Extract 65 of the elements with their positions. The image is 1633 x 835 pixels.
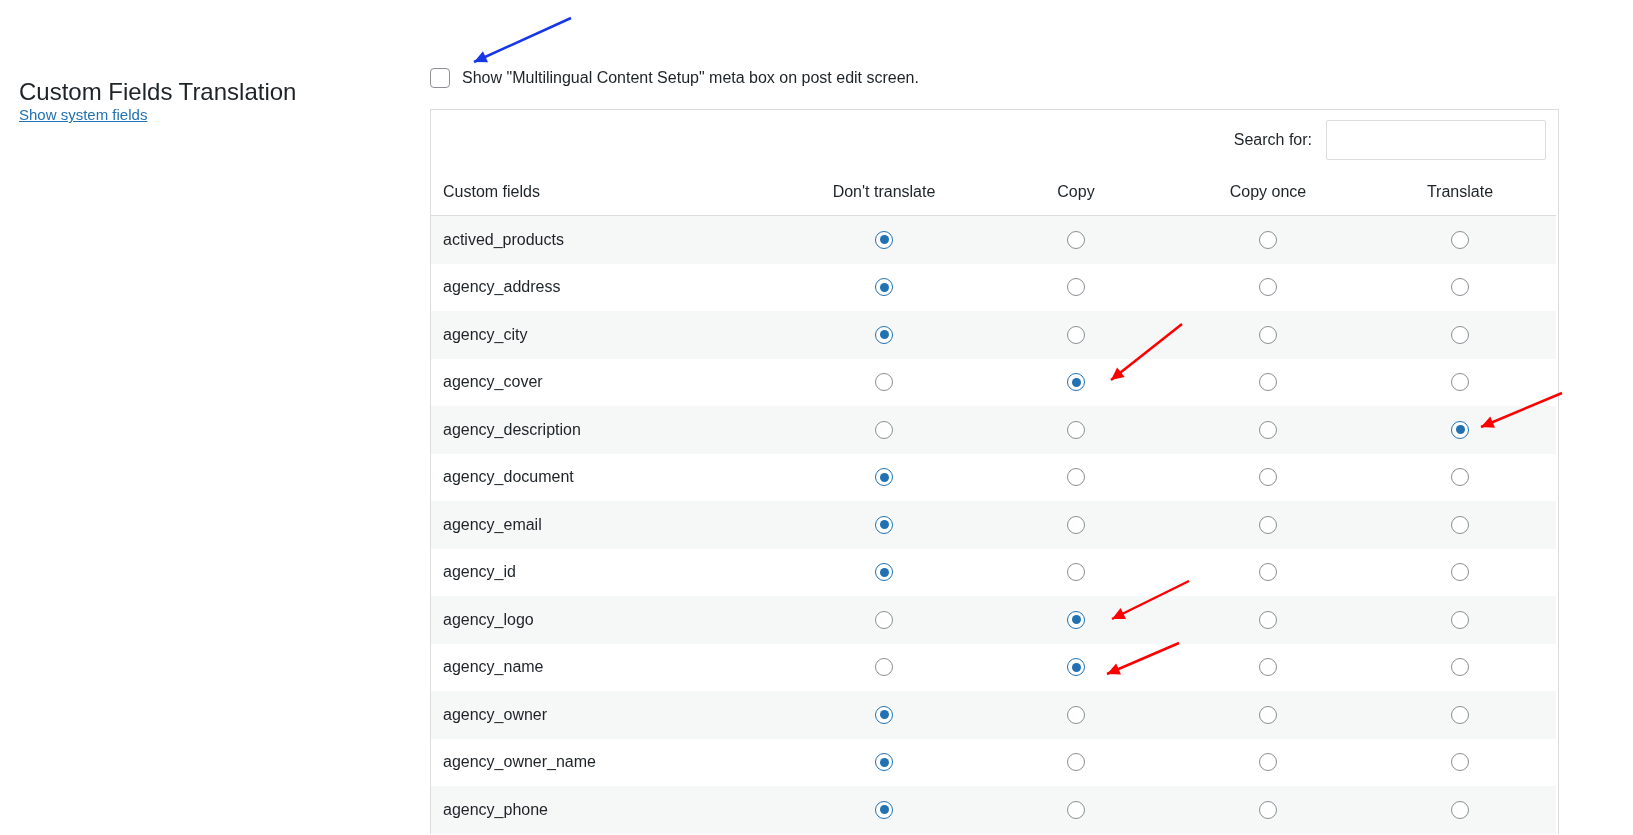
radio-button[interactable] [1451, 373, 1469, 392]
radio-button[interactable] [1067, 610, 1085, 629]
radio-button[interactable] [875, 230, 893, 249]
radio-button[interactable] [1259, 610, 1277, 629]
radio-button[interactable] [1067, 800, 1085, 819]
radio-button[interactable] [1259, 753, 1277, 772]
radio-button[interactable] [875, 563, 893, 582]
radio-button[interactable] [1451, 278, 1469, 297]
radio-button[interactable] [1451, 658, 1469, 677]
radio-button[interactable] [1067, 420, 1085, 439]
radio-button[interactable] [1259, 373, 1277, 392]
radio-button[interactable] [1259, 563, 1277, 582]
radio-button[interactable] [1259, 515, 1277, 534]
field-name: agency_phone [431, 786, 788, 834]
radio-button[interactable] [1451, 230, 1469, 249]
radio-button[interactable] [1259, 278, 1277, 297]
radio-button[interactable] [875, 278, 893, 297]
field-name: agency_city [431, 311, 788, 359]
radio-button[interactable] [1067, 468, 1085, 487]
checkbox-label: Show "Multilingual Content Setup" meta box on post edit screen. [462, 69, 919, 87]
radio-button[interactable] [1259, 658, 1277, 677]
radio-button[interactable] [1451, 420, 1469, 439]
radio-button[interactable] [875, 468, 893, 487]
radio-button[interactable] [1259, 800, 1277, 819]
field-name: actived_products [431, 216, 788, 264]
radio-button[interactable] [1259, 705, 1277, 724]
radio-button[interactable] [1067, 658, 1085, 677]
section-title: Custom Fields Translation [19, 78, 297, 106]
radio-button[interactable] [1067, 563, 1085, 582]
radio-button[interactable] [1451, 468, 1469, 487]
radio-button[interactable] [1451, 705, 1469, 724]
radio-button[interactable] [875, 753, 893, 772]
radio-button[interactable] [875, 800, 893, 819]
field-name: agency_email [431, 501, 788, 549]
radio-button[interactable] [1451, 515, 1469, 534]
radio-button[interactable] [1451, 325, 1469, 344]
radio-button[interactable] [875, 420, 893, 439]
search-field[interactable] [1326, 120, 1546, 160]
radio-button[interactable] [1451, 800, 1469, 819]
radio-button[interactable] [1451, 610, 1469, 629]
radio-button[interactable] [875, 658, 893, 677]
field-name: agency_owner [431, 691, 788, 739]
radio-button[interactable] [875, 373, 893, 392]
radio-button[interactable] [1067, 373, 1085, 392]
radio-button[interactable] [875, 515, 893, 534]
radio-button[interactable] [1067, 278, 1085, 297]
radio-button[interactable] [1451, 753, 1469, 772]
field-name: agency_logo [431, 596, 788, 644]
radio-button[interactable] [875, 325, 893, 344]
search-label: Search for: [1233, 131, 1312, 149]
radio-button[interactable] [1067, 325, 1085, 344]
radio-button[interactable] [1067, 230, 1085, 249]
radio-button[interactable] [1259, 325, 1277, 344]
radio-button[interactable] [1067, 705, 1085, 724]
radio-button[interactable] [875, 705, 893, 724]
field-name: agency_description [431, 406, 788, 454]
show-system-fields-link[interactable]: Show system fields [19, 106, 148, 123]
checkbox[interactable] [430, 68, 450, 88]
radio-button[interactable] [875, 610, 893, 629]
radio-button[interactable] [1451, 563, 1469, 582]
radio-button[interactable] [1067, 515, 1085, 534]
radio-button[interactable] [1259, 420, 1277, 439]
radio-button[interactable] [1067, 753, 1085, 772]
radio-button[interactable] [1259, 230, 1277, 249]
radio-button[interactable] [1259, 468, 1277, 487]
